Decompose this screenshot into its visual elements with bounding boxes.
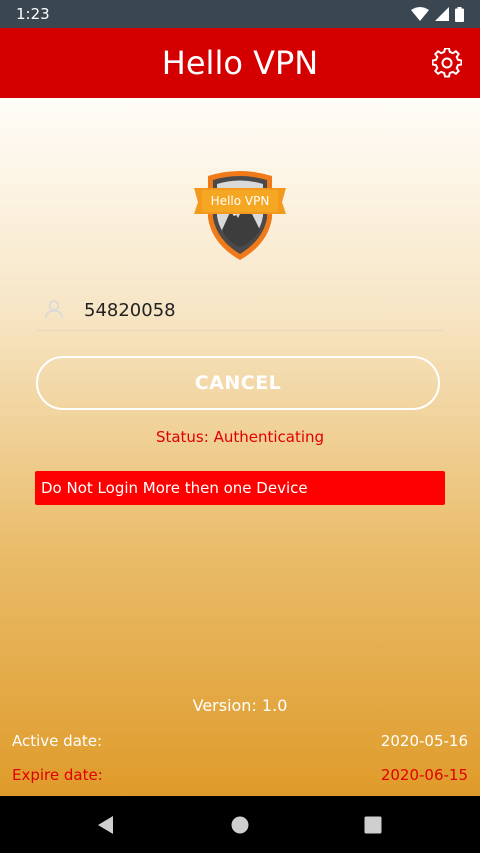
username-value[interactable]: 54820058 [84,300,176,321]
cancel-button[interactable]: CANCEL [36,356,440,410]
active-date-row: Active date: 2020-05-16 [12,732,468,754]
warning-text: Do Not Login More then one Device [41,479,308,497]
battery-icon [455,6,464,22]
username-field[interactable]: 54820058 [36,292,444,331]
system-status-bar: 1:23 [0,0,480,28]
home-icon[interactable] [228,813,252,837]
active-date-value: 2020-05-16 [380,732,468,750]
back-icon[interactable] [94,813,118,837]
wifi-icon [411,7,429,21]
system-nav-bar [0,796,480,853]
recents-icon[interactable] [361,813,385,837]
logo-text: Hello VPN [211,194,270,208]
status-text: Status: Authenticating [155,428,325,446]
expire-date-label: Expire date: [12,766,103,784]
active-date-label: Active date: [12,732,103,750]
app-bar: Hello VPN [0,28,480,98]
status-icons [411,6,464,22]
expire-date-value: 2020-06-15 [380,766,468,784]
app-title: Hello VPN [161,44,319,82]
user-icon [45,300,63,319]
shield-icon: Hello VPN [194,171,286,260]
version-text: Version: 1.0 [192,696,288,715]
status-time: 1:23 [16,5,50,23]
signal-icon [435,7,449,21]
expire-date-row: Expire date: 2020-06-15 [12,766,468,788]
gear-icon[interactable] [432,48,462,78]
warning-banner: Do Not Login More then one Device [35,471,445,505]
hello-vpn-logo: Hello VPN [192,168,288,264]
